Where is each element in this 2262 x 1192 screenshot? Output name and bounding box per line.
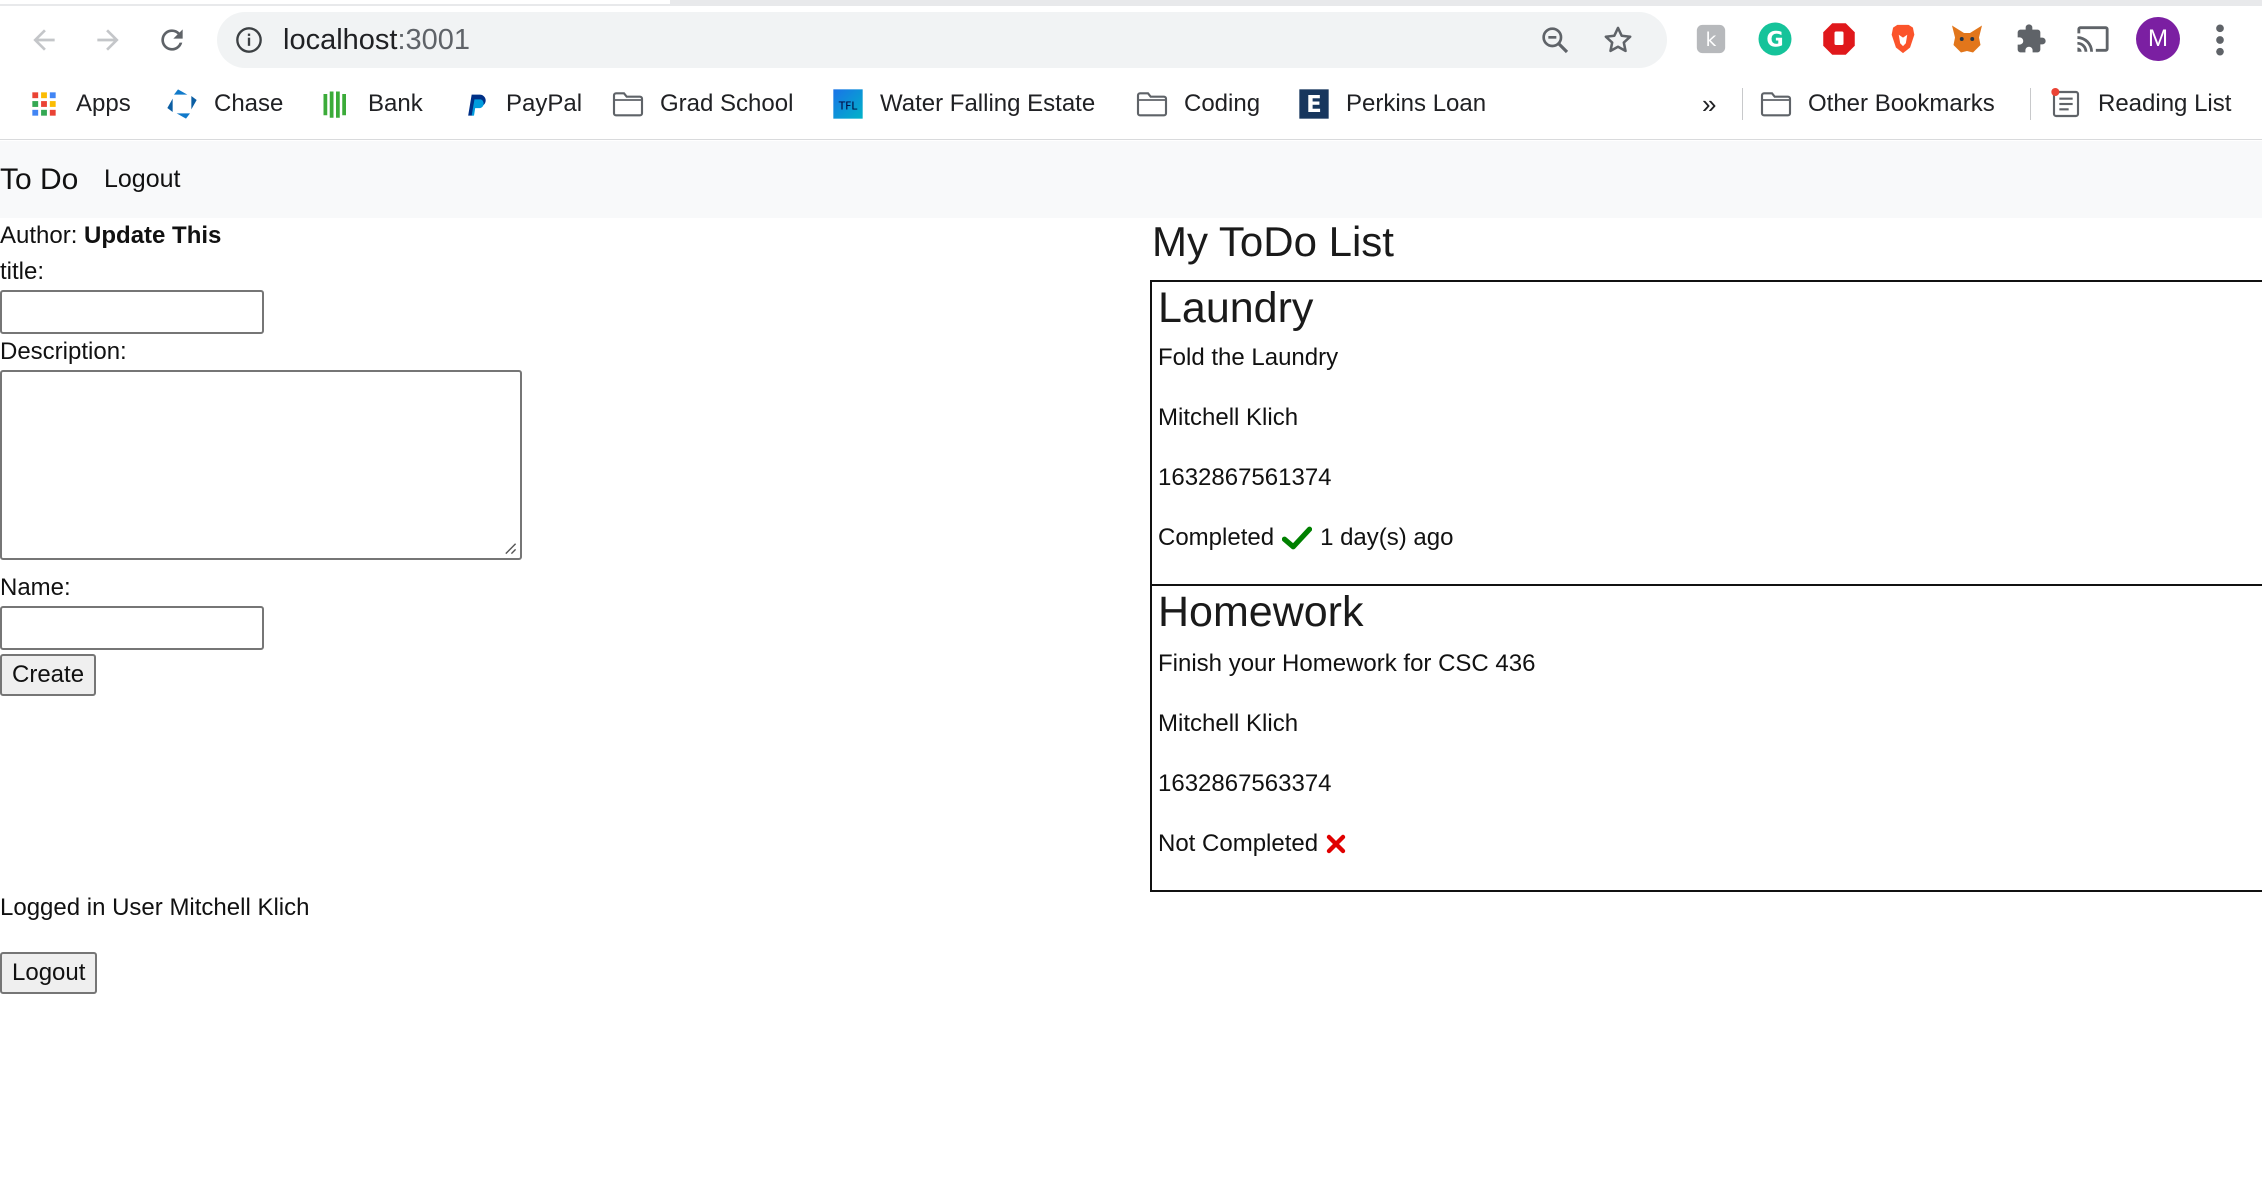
folder-icon — [1136, 88, 1168, 120]
metamask-fox-icon[interactable] — [1948, 20, 1986, 58]
apps-grid-icon — [28, 88, 60, 120]
tab-strip — [0, 0, 2262, 6]
bookmark-coding[interactable]: Coding — [1136, 84, 1260, 124]
navbar-brand[interactable]: To Do — [0, 163, 78, 197]
todo-status: Not Completed — [1158, 830, 1354, 858]
bookmark-label: Coding — [1184, 90, 1261, 117]
adblock-icon[interactable] — [1820, 20, 1858, 58]
reload-button[interactable] — [152, 20, 192, 60]
todo-title: Homework — [1158, 588, 1364, 636]
create-button[interactable]: Create — [0, 654, 97, 696]
browser-chrome: localhost:3001 k G M Apps Chase Bank Pay… — [0, 0, 2262, 140]
perkins-loan-icon: E — [1298, 88, 1330, 120]
description-label: Description: — [0, 338, 127, 365]
bookmark-label: Reading List — [2098, 90, 2232, 117]
todo-timestamp: 1632867561374 — [1158, 464, 1332, 491]
cross-icon — [1326, 834, 1346, 854]
svg-text:TFL: TFL — [838, 99, 858, 112]
bookmark-chase[interactable]: Chase — [166, 84, 283, 124]
arrow-right-icon — [97, 29, 119, 51]
svg-text:G: G — [1766, 28, 1783, 52]
grammarly-icon[interactable]: G — [1756, 20, 1794, 58]
bookmark-label: Chase — [214, 90, 284, 117]
extension-k-icon[interactable]: k — [1692, 20, 1730, 58]
reload-icon — [161, 29, 183, 51]
todo-description: Finish your Homework for CSC 436 — [1158, 650, 1536, 677]
chase-icon — [166, 88, 198, 120]
bookmark-star-icon[interactable] — [1601, 23, 1635, 57]
author-name: Update This — [84, 222, 222, 249]
author-line: Author: Update This — [0, 222, 221, 250]
todo-timestamp: 1632867563374 — [1158, 770, 1332, 797]
todo-description: Fold the Laundry — [1158, 344, 1339, 371]
author-prefix: Author: — [0, 222, 85, 249]
name-input[interactable] — [0, 606, 264, 650]
svg-text:E: E — [1306, 92, 1321, 118]
cast-icon[interactable] — [2074, 20, 2112, 58]
bookmark-label: PayPal — [506, 90, 583, 117]
svg-text:k: k — [1706, 30, 1717, 51]
todo-list-heading: My ToDo List — [1152, 218, 1394, 265]
url-host: localhost — [283, 24, 398, 56]
navbar-logout-link[interactable]: Logout — [104, 165, 180, 194]
title-label: title: — [0, 258, 45, 285]
todo-title: Laundry — [1158, 284, 1314, 332]
bookmark-label: Perkins Loan — [1346, 90, 1487, 117]
bookmarks-overflow-button[interactable]: » — [1702, 84, 1716, 124]
address-bar[interactable]: localhost:3001 — [217, 12, 1667, 68]
bookmark-paypal[interactable]: PayPal — [458, 84, 582, 124]
title-input[interactable] — [0, 290, 264, 334]
bookmark-label: Grad School — [660, 90, 794, 117]
folder-icon — [1760, 88, 1792, 120]
resize-handle-icon[interactable] — [503, 541, 517, 555]
todo-author: Mitchell Klich — [1158, 710, 1299, 737]
back-button[interactable] — [24, 20, 64, 60]
brave-lion-icon[interactable] — [1884, 20, 1922, 58]
bookmark-label: Apps — [76, 90, 131, 117]
paypal-icon — [458, 88, 490, 120]
url-text[interactable]: localhost:3001 — [283, 24, 470, 57]
bookmark-label: Other Bookmarks — [1808, 90, 1995, 117]
water-falling-estate-icon: TFL — [832, 88, 864, 120]
check-icon — [1282, 526, 1313, 550]
extensions-puzzle-icon[interactable] — [2012, 20, 2050, 58]
todo-status-text: Completed — [1158, 524, 1275, 551]
app-navbar: To Do Logout — [0, 141, 2262, 218]
reading-list-icon — [2050, 88, 2082, 120]
bookmark-other-bookmarks[interactable]: Other Bookmarks — [1760, 84, 1995, 124]
forward-button[interactable] — [88, 20, 128, 60]
todo-status-text: Not Completed — [1158, 830, 1319, 857]
todo-card: Laundry Fold the Laundry Mitchell Klich … — [1150, 280, 2262, 586]
logged-in-user-text: Logged in User Mitchell Klich — [0, 894, 310, 921]
bookmark-bank[interactable]: Bank — [320, 84, 423, 124]
url-port: :3001 — [397, 24, 471, 56]
bookmarks-bar: Apps Chase Bank PayPal Grad School TFL W… — [0, 84, 2262, 124]
bookmark-label: Water Falling Estate — [880, 90, 1096, 117]
reading-list-button[interactable]: Reading List — [2050, 84, 2231, 124]
folder-icon — [612, 88, 644, 120]
todo-author: Mitchell Klich — [1158, 404, 1299, 431]
bookmark-apps[interactable]: Apps — [28, 84, 131, 124]
bookmark-label: Bank — [368, 90, 423, 117]
todo-completed-ago: 1 day(s) ago — [1320, 524, 1454, 551]
todo-card: Homework Finish your Homework for CSC 43… — [1150, 584, 2262, 892]
bookmarks-divider — [2030, 88, 2031, 120]
more-menu-icon[interactable] — [2208, 20, 2232, 60]
profile-avatar[interactable]: M — [2136, 17, 2180, 61]
bookmark-grad-school[interactable]: Grad School — [612, 84, 793, 124]
todo-status: Completed 1 day(s) ago — [1158, 524, 1453, 552]
name-label: Name: — [0, 574, 71, 601]
description-textarea[interactable] — [0, 370, 522, 560]
bank-icon — [320, 88, 352, 120]
bookmarks-divider — [1742, 88, 1743, 120]
logout-button[interactable]: Logout — [0, 952, 98, 994]
bookmark-perkins-loan[interactable]: E Perkins Loan — [1298, 84, 1486, 124]
zoom-out-icon[interactable] — [1539, 24, 1571, 56]
arrow-left-icon — [33, 29, 55, 51]
bookmark-water-falling-estate[interactable]: TFL Water Falling Estate — [832, 84, 1095, 124]
info-icon[interactable] — [235, 26, 263, 54]
